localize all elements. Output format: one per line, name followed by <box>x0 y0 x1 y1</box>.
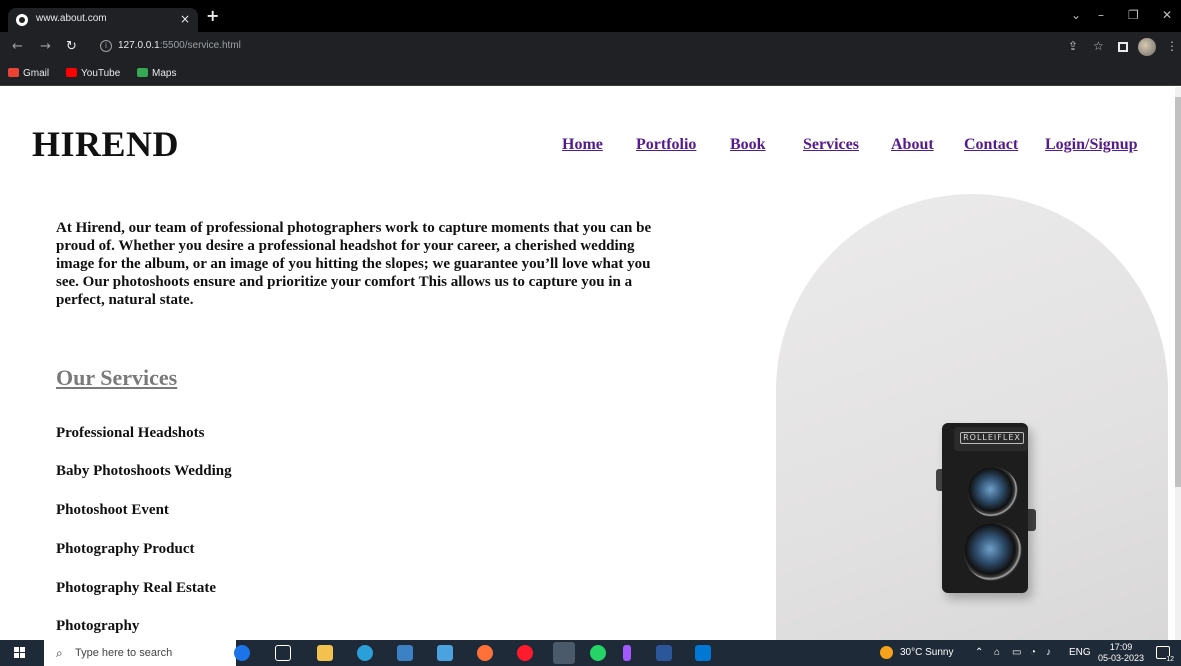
nav-login-signup[interactable]: Login/Signup <box>1045 136 1138 154</box>
reload-icon[interactable]: ↻ <box>66 39 77 54</box>
services-heading: Our Services <box>56 365 178 390</box>
chrome-icon[interactable] <box>553 642 575 664</box>
opera-icon[interactable] <box>517 645 533 661</box>
profile-avatar[interactable] <box>1138 38 1156 56</box>
side-panel-icon[interactable] <box>1118 42 1128 52</box>
gmail-icon <box>8 68 19 77</box>
bookmark-star-icon[interactable]: ☆ <box>1093 39 1104 53</box>
windows-start-icon[interactable] <box>14 647 26 659</box>
minimize-button[interactable]: – <box>1098 8 1104 22</box>
taskbar-search-input[interactable]: ⌕ Type here to search <box>44 640 236 666</box>
file-explorer-icon[interactable] <box>317 645 333 661</box>
bookmark-youtube[interactable]: YouTube <box>66 68 120 79</box>
maps-icon <box>137 68 148 77</box>
scrollbar-thumb[interactable] <box>1175 97 1181 487</box>
url-text: 127.0.0.1:5500/service.html <box>118 40 241 51</box>
bookmark-gmail[interactable]: Gmail <box>8 68 49 79</box>
address-bar[interactable]: i 127.0.0.1:5500/service.html <box>92 36 1112 58</box>
close-tab-icon[interactable]: × <box>180 12 190 26</box>
search-placeholder: Type here to search <box>75 647 173 659</box>
volume-icon[interactable]: ♪ <box>1046 647 1051 658</box>
restore-button[interactable]: ❐ <box>1128 8 1139 22</box>
intro-paragraph: At Hirend, our team of professional phot… <box>56 220 652 308</box>
browser-tab-bar: www.about.com × + ⌄ – ❐ ✕ <box>0 0 1181 32</box>
service-item: Photography Real Estate <box>56 580 216 596</box>
browser-toolbar: ← → ↻ i 127.0.0.1:5500/service.html ⇪ ☆ … <box>0 32 1181 62</box>
tray-overflow-icon[interactable]: ⌃ <box>975 647 983 658</box>
service-item: Professional Headshots <box>56 425 205 441</box>
nav-portfolio[interactable]: Portfolio <box>636 136 696 154</box>
nav-book[interactable]: Book <box>730 136 766 154</box>
bookmark-maps[interactable]: Maps <box>137 68 176 79</box>
whatsapp-icon[interactable] <box>590 645 606 661</box>
service-item: Photography Product <box>56 541 195 557</box>
youtube-icon <box>66 68 77 77</box>
forward-icon[interactable]: → <box>40 39 51 54</box>
task-view-icon[interactable] <box>275 645 291 661</box>
share-icon[interactable]: ⇪ <box>1068 39 1078 53</box>
nav-services[interactable]: Services <box>803 136 859 154</box>
service-item: Baby Photoshoots Wedding <box>56 463 232 479</box>
bing-icon[interactable] <box>234 645 250 661</box>
language-indicator[interactable]: ENG <box>1069 647 1091 658</box>
site-logo[interactable]: HIREND <box>32 123 179 165</box>
taking-lens <box>964 523 1022 581</box>
new-tab-button[interactable]: + <box>206 6 219 25</box>
page-content: HIREND Home Portfolio Book Services Abou… <box>0 87 1175 640</box>
weather-icon <box>880 646 893 659</box>
wifi-icon[interactable]: ◔ <box>1030 647 1036 658</box>
back-icon[interactable]: ← <box>12 39 23 54</box>
edge-icon[interactable] <box>357 645 373 661</box>
service-item: Photography <box>56 618 140 634</box>
globe-icon <box>16 14 28 26</box>
notification-icon[interactable]: 12 <box>1156 646 1174 663</box>
weather-text[interactable]: 30°C Sunny <box>900 647 953 658</box>
vscode-icon[interactable] <box>695 645 711 661</box>
mail-icon[interactable] <box>437 645 453 661</box>
nav-home[interactable]: Home <box>562 136 603 154</box>
figma-icon[interactable] <box>623 645 631 661</box>
menu-icon[interactable]: ⋮ <box>1166 39 1178 53</box>
info-icon[interactable]: i <box>100 40 112 52</box>
word-icon[interactable] <box>656 645 672 661</box>
bookmarks-bar: Gmail YouTube Maps <box>0 62 1181 86</box>
search-icon: ⌕ <box>56 646 63 660</box>
taskbar-clock[interactable]: 17:09 05-03-2023 <box>1098 642 1144 664</box>
service-item: Photoshoot Event <box>56 502 169 518</box>
browser-tab[interactable]: www.about.com × <box>8 8 198 32</box>
network-icon[interactable]: ⌂ <box>994 647 1000 658</box>
camera-body: ROLLEIFLEX <box>942 423 1028 593</box>
close-window-button[interactable]: ✕ <box>1162 8 1172 22</box>
tab-title: www.about.com <box>36 13 107 24</box>
battery-icon[interactable]: ▭ <box>1012 647 1021 658</box>
viewfinder-lens <box>968 467 1018 517</box>
nav-about[interactable]: About <box>891 136 934 154</box>
camera-illustration: ROLLEIFLEX <box>936 421 1036 596</box>
store-icon[interactable] <box>397 645 413 661</box>
camera-brand-label: ROLLEIFLEX <box>960 432 1024 444</box>
tab-search-icon[interactable]: ⌄ <box>1071 8 1081 22</box>
nav-contact[interactable]: Contact <box>964 136 1018 154</box>
windows-taskbar: ⌕ Type here to search 30°C Sunny ⌃ ⌂ ▭ ◔… <box>0 640 1181 666</box>
firefox-icon[interactable] <box>477 645 493 661</box>
camera-photo: ROLLEIFLEX <box>776 194 1168 640</box>
